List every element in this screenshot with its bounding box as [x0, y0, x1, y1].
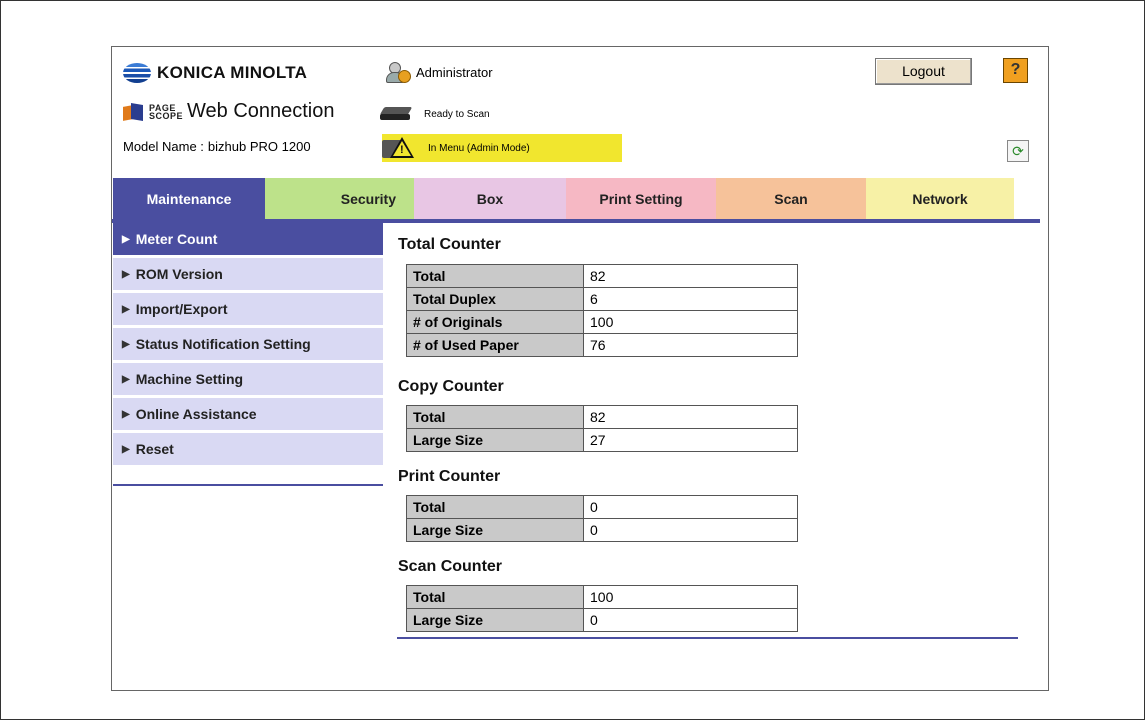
- scan-counter-title: Scan Counter: [398, 558, 503, 575]
- user-role: Administrator: [416, 64, 493, 80]
- outer-frame: KONICA MINOLTA PAGE SCOPE Web Connection…: [0, 0, 1145, 720]
- help-icon[interactable]: ?: [1003, 58, 1028, 83]
- table-row: # of Used Paper 76: [406, 333, 798, 357]
- sidebar-item-label: Import/Export: [135, 301, 228, 317]
- row-label: Total: [406, 264, 584, 288]
- sidebar-item-label: Online Assistance: [135, 406, 257, 422]
- tab-label: Scan: [774, 190, 808, 207]
- sidebar-item-rom-version[interactable]: ▶ ROM Version: [113, 258, 383, 290]
- scan-counter-table: Total 100 Large Size 0: [406, 585, 798, 632]
- arrow-right-icon: ▶: [122, 268, 130, 280]
- sidebar-item-label: Meter Count: [135, 231, 218, 247]
- arrow-right-icon: ▶: [122, 443, 130, 455]
- row-label: # of Used Paper: [406, 333, 584, 357]
- table-row: # of Originals 100: [406, 310, 798, 334]
- user-indicator: Administrator: [386, 61, 493, 83]
- row-value: 6: [583, 287, 798, 311]
- table-row: Total 82: [406, 405, 798, 429]
- table-row: Large Size 0: [406, 518, 798, 542]
- tab-maintenance[interactable]: Maintenance: [113, 178, 265, 219]
- model-name-value: bizhub PRO 1200: [207, 139, 311, 154]
- table-row: Total 0: [406, 495, 798, 519]
- copy-counter-title: Copy Counter: [398, 378, 504, 395]
- sidebar-item-status-notification[interactable]: ▶ Status Notification Setting: [113, 328, 383, 360]
- total-counter-table: Total 82 Total Duplex 6 # of Originals 100 …: [406, 264, 798, 357]
- model-name-label: Model Name :: [123, 139, 204, 154]
- table-row: Total 82: [406, 264, 798, 288]
- total-counter-title: Total Counter: [398, 236, 501, 253]
- sidebar-item-label: Machine Setting: [135, 371, 244, 387]
- sidebar-item-label: ROM Version: [135, 266, 223, 282]
- row-value: 0: [583, 518, 798, 542]
- copy-counter-table: Total 82 Large Size 27: [406, 405, 798, 452]
- tab-label: Security: [340, 190, 396, 207]
- konica-minolta-logo: KONICA MINOLTA: [123, 63, 307, 83]
- row-value: 100: [583, 310, 798, 334]
- sidebar-item-machine-setting[interactable]: ▶ Machine Setting: [113, 363, 383, 395]
- row-label: # of Originals: [406, 310, 584, 334]
- tab-label: Network: [912, 190, 968, 207]
- row-label: Total: [406, 585, 584, 609]
- row-value: 0: [583, 495, 798, 519]
- row-label: Large Size: [406, 428, 584, 452]
- company-name: KONICA MINOLTA: [157, 63, 308, 82]
- product-name: Web Connection: [187, 100, 335, 122]
- admin-mode-text: In Menu (Admin Mode): [428, 142, 530, 154]
- table-row: Total Duplex 6: [406, 287, 798, 311]
- administrator-icon: [386, 61, 411, 83]
- logout-button[interactable]: Logout: [875, 58, 972, 85]
- refresh-icon[interactable]: ⟳: [1007, 140, 1029, 162]
- row-value: 82: [583, 405, 798, 429]
- row-label: Large Size: [406, 518, 584, 542]
- arrow-right-icon: ▶: [122, 233, 130, 245]
- row-value: 82: [583, 264, 798, 288]
- tab-security[interactable]: Security: [265, 178, 414, 219]
- sidebar-item-import-export[interactable]: ▶ Import/Export: [113, 293, 383, 325]
- sidebar-item-online-assistance[interactable]: ▶ Online Assistance: [113, 398, 383, 430]
- arrow-right-icon: ▶: [122, 373, 130, 385]
- row-label: Total: [406, 405, 584, 429]
- content-divider: [397, 637, 1018, 639]
- tab-label: Box: [476, 190, 504, 207]
- row-label: Total Duplex: [406, 287, 584, 311]
- globe-logo-icon: [123, 63, 151, 83]
- arrow-right-icon: ▶: [122, 338, 130, 350]
- web-connection-logo: PAGE SCOPE Web Connection: [123, 100, 335, 123]
- warning-icon: !: [382, 136, 418, 160]
- row-value: 27: [583, 428, 798, 452]
- sidebar-menu: ▶ Meter Count ▶ ROM Version ▶ Import/Export…: [113, 223, 383, 468]
- tab-box[interactable]: Box: [414, 178, 566, 219]
- tab-scan[interactable]: Scan: [716, 178, 866, 219]
- sidebar-item-meter-count[interactable]: ▶ Meter Count: [113, 223, 383, 255]
- table-row: Large Size 0: [406, 608, 798, 632]
- arrow-right-icon: ▶: [122, 303, 130, 315]
- row-value: 100: [583, 585, 798, 609]
- main-tabs: Maintenance Security Box Print Setting S…: [113, 178, 1014, 219]
- row-label: Large Size: [406, 608, 584, 632]
- tab-network[interactable]: Network: [866, 178, 1014, 219]
- table-row: Large Size 27: [406, 428, 798, 452]
- tab-label: Maintenance: [146, 190, 232, 207]
- row-label: Total: [406, 495, 584, 519]
- scanner-status-text: Ready to Scan: [424, 108, 490, 120]
- tab-label: Print Setting: [599, 190, 683, 207]
- arrow-right-icon: ▶: [122, 408, 130, 420]
- sidebar-item-reset[interactable]: ▶ Reset: [113, 433, 383, 465]
- row-value: 76: [583, 333, 798, 357]
- tab-print-setting[interactable]: Print Setting: [566, 178, 716, 219]
- scanner-icon: [379, 105, 414, 123]
- sidebar-divider: [113, 484, 383, 486]
- model-name: Model Name : bizhub PRO 1200: [123, 139, 315, 154]
- web-connection-screen: KONICA MINOLTA PAGE SCOPE Web Connection…: [111, 46, 1049, 691]
- pagescope-icon: [123, 102, 145, 122]
- print-counter-table: Total 0 Large Size 0: [406, 495, 798, 542]
- scanner-status: Ready to Scan: [379, 105, 490, 123]
- row-value: 0: [583, 608, 798, 632]
- sidebar-item-label: Reset: [135, 441, 174, 457]
- sidebar-item-label: Status Notification Setting: [135, 336, 311, 352]
- admin-mode-status: ! In Menu (Admin Mode): [382, 134, 622, 162]
- print-counter-title: Print Counter: [398, 468, 501, 485]
- table-row: Total 100: [406, 585, 798, 609]
- pagescope-badge: PAGE SCOPE: [149, 102, 184, 121]
